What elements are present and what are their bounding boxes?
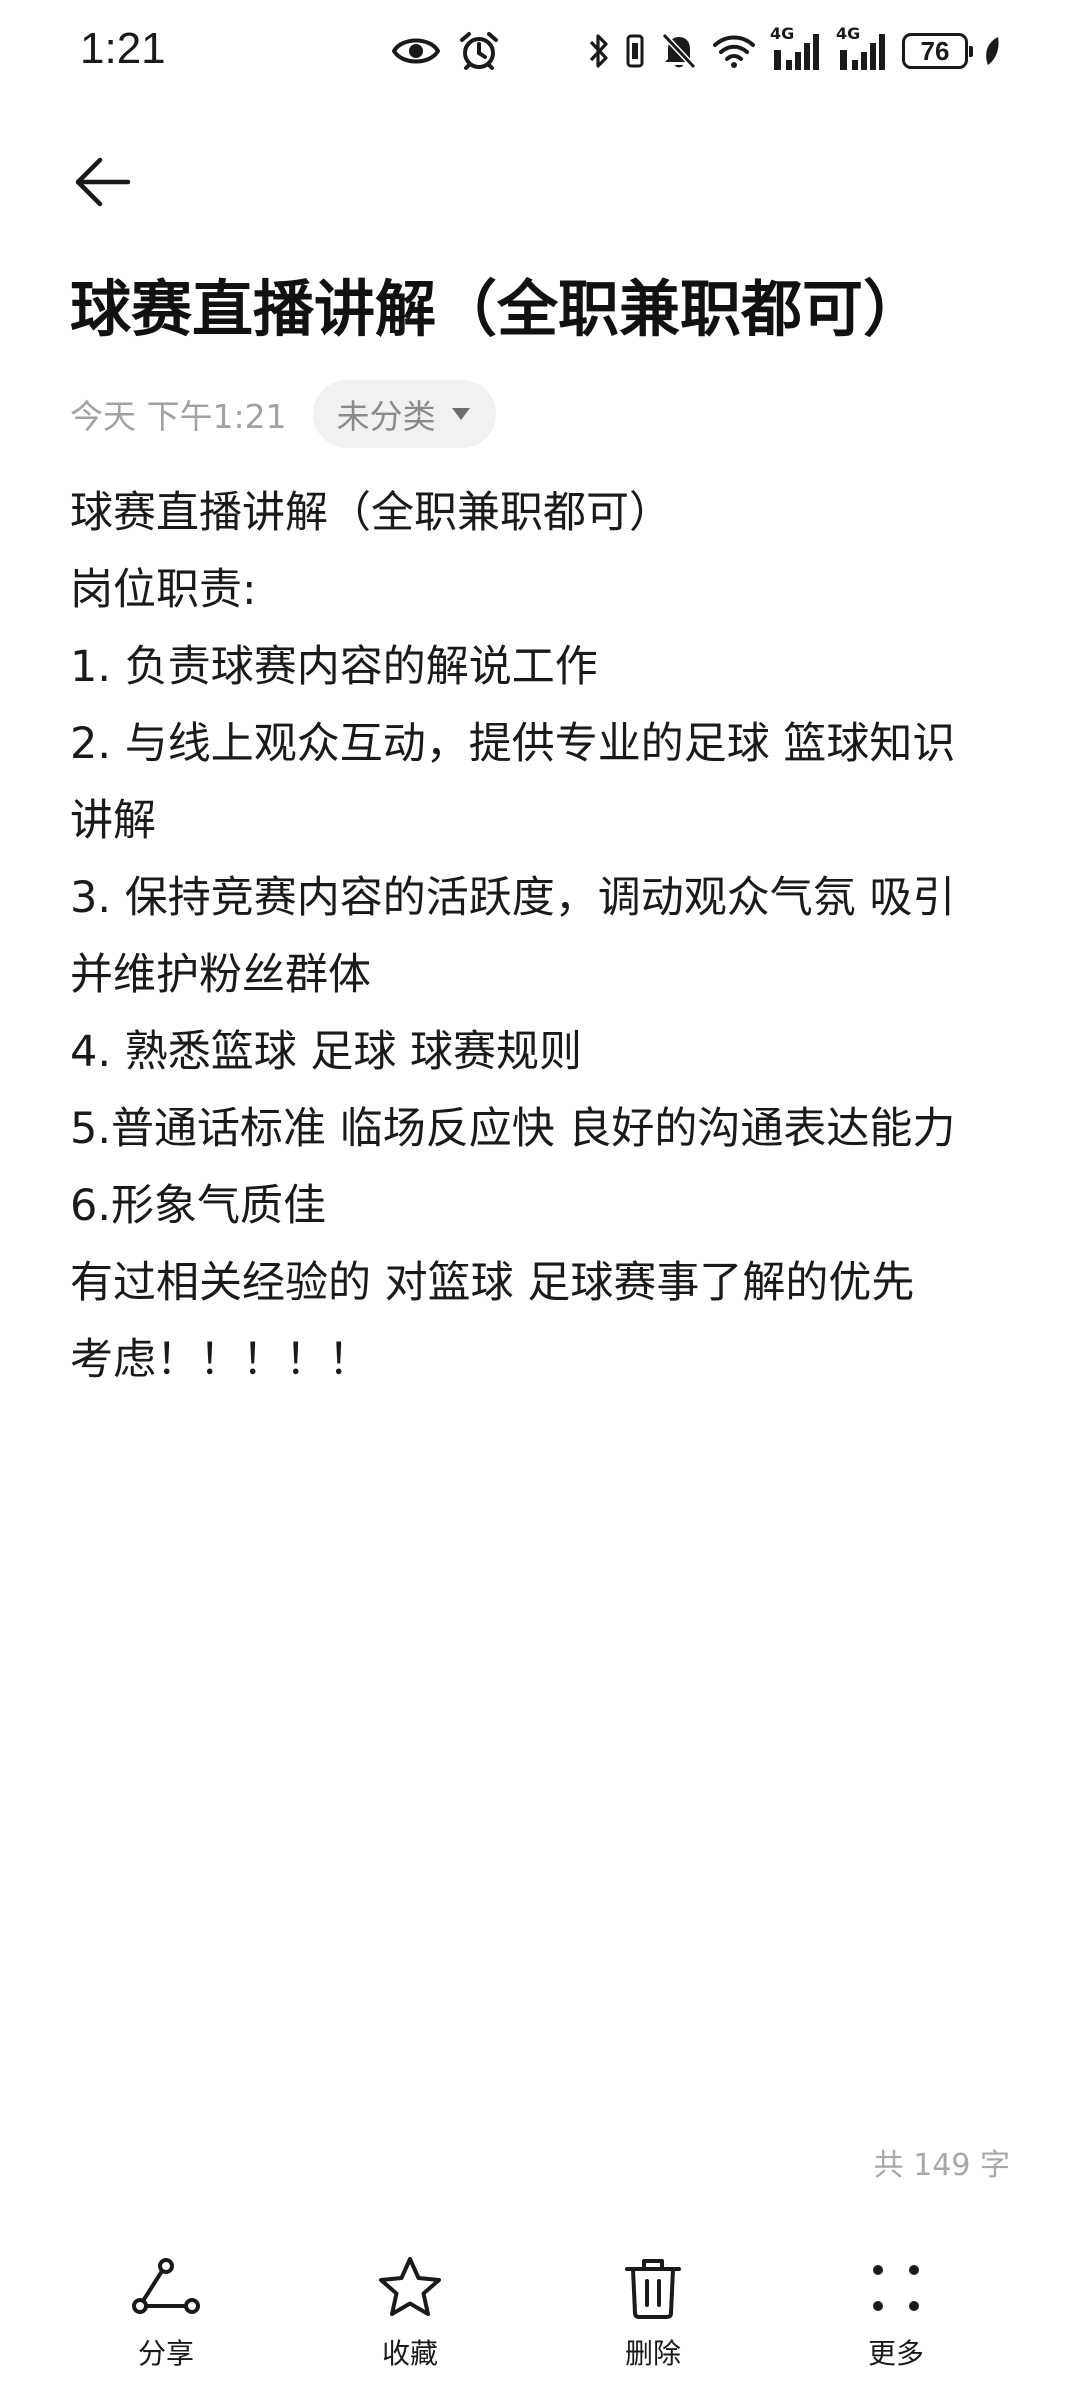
word-count: 共 149 字	[873, 2148, 1010, 2183]
share-button[interactable]: 分享	[86, 2240, 246, 2380]
status-bar: 1:21 4G 4G 76	[0, 0, 1080, 110]
star-icon	[379, 2257, 441, 2316]
note-line: 3. 保持竞赛内容的活跃度，调动观众气氛 吸引	[70, 873, 956, 923]
battery-level: 76	[920, 35, 950, 66]
note-body[interactable]: 球赛直播讲解（全职兼职都可） 岗位职责: 1. 负责球赛内容的解说工作 2. 与…	[70, 475, 1030, 1399]
favorite-button[interactable]: 收藏	[330, 2240, 490, 2380]
note-line: 4. 熟悉篮球 足球 球赛规则	[70, 1027, 583, 1077]
note-line: 讲解	[70, 796, 156, 846]
back-arrow-icon	[75, 157, 131, 207]
note-line: 5.普通话标准 临场反应快 良好的沟通表达能力	[70, 1104, 956, 1154]
wifi-icon	[712, 33, 756, 69]
trash-icon	[625, 2259, 681, 2319]
note-title[interactable]: 球赛直播讲解（全职兼职都可）	[70, 268, 1030, 352]
back-button[interactable]	[60, 140, 144, 224]
more-button[interactable]: 更多	[816, 2240, 976, 2380]
note-line: 考虑！！！！！	[70, 1335, 371, 1385]
bluetooth-icon	[588, 31, 610, 71]
note-meta: 今天 下午1:21 未分类	[70, 378, 496, 450]
vibrate-icon	[624, 33, 646, 69]
note-line: 并维护粉丝群体	[70, 950, 371, 1000]
note-date: 今天 下午1:21	[70, 397, 287, 436]
delete-label: 删除	[624, 2337, 681, 2370]
status-time: 1:21	[80, 24, 166, 73]
category-label: 未分类	[336, 397, 436, 436]
leaf-icon	[982, 35, 1002, 67]
favorite-label: 收藏	[381, 2337, 438, 2370]
status-indicators	[392, 30, 500, 72]
triangle-down-icon	[451, 408, 470, 420]
system-status: 4G 4G 76	[588, 24, 1002, 72]
bottom-toolbar: 分享 收藏 删除 更多	[0, 2240, 1080, 2390]
note-line: 2. 与线上观众互动，提供专业的足球 篮球知识	[70, 719, 956, 769]
share-label: 分享	[137, 2337, 194, 2370]
note-line: 6.形象气质佳	[70, 1181, 327, 1231]
mute-icon	[660, 31, 698, 71]
signal-icon: 4G	[770, 24, 822, 72]
battery-icon: 76	[902, 33, 973, 69]
delete-button[interactable]: 删除	[573, 2240, 733, 2380]
share-icon	[132, 2258, 200, 2314]
alarm-icon	[458, 30, 500, 72]
category-dropdown[interactable]: 未分类	[312, 380, 496, 448]
more-dots-icon	[873, 2265, 919, 2311]
note-line: 有过相关经验的 对篮球 足球赛事了解的优先	[70, 1258, 915, 1308]
note-line: 球赛直播讲解（全职兼职都可）	[70, 488, 672, 538]
eye-icon	[392, 33, 440, 69]
more-label: 更多	[867, 2337, 924, 2370]
note-line: 1. 负责球赛内容的解说工作	[70, 642, 598, 692]
signal-icon: 4G	[836, 24, 888, 72]
note-line: 岗位职责:	[70, 565, 257, 615]
